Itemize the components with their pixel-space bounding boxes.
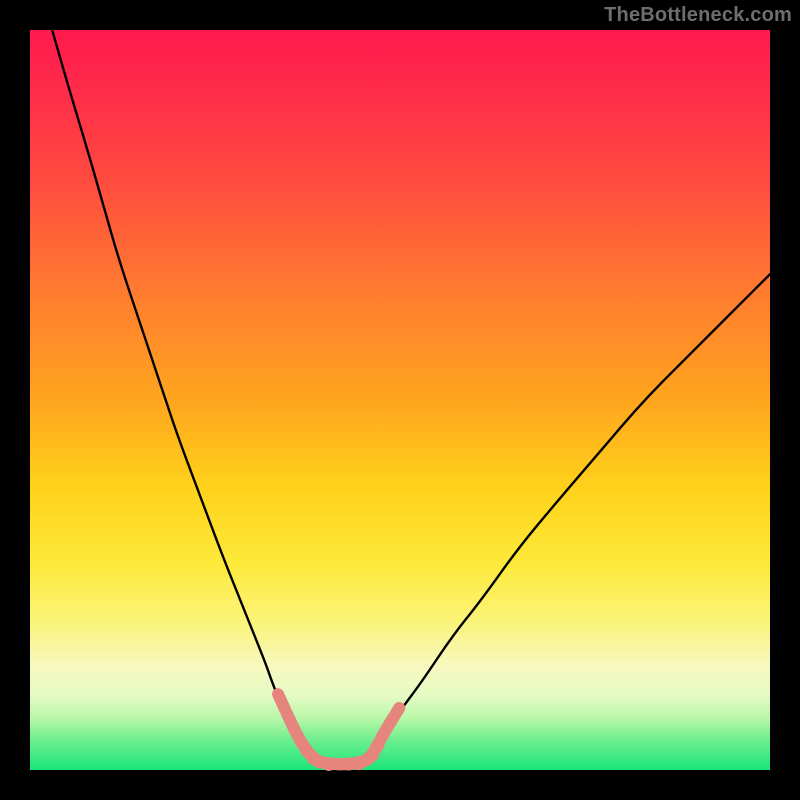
watermark-text: TheBottleneck.com bbox=[604, 4, 792, 27]
chart-overlay bbox=[30, 30, 770, 770]
valley-marker bbox=[390, 708, 399, 723]
bottleneck-curve bbox=[52, 30, 770, 764]
valley-marker bbox=[278, 694, 285, 709]
outer-frame: TheBottleneck.com bbox=[0, 0, 800, 800]
marker-group bbox=[278, 694, 399, 765]
